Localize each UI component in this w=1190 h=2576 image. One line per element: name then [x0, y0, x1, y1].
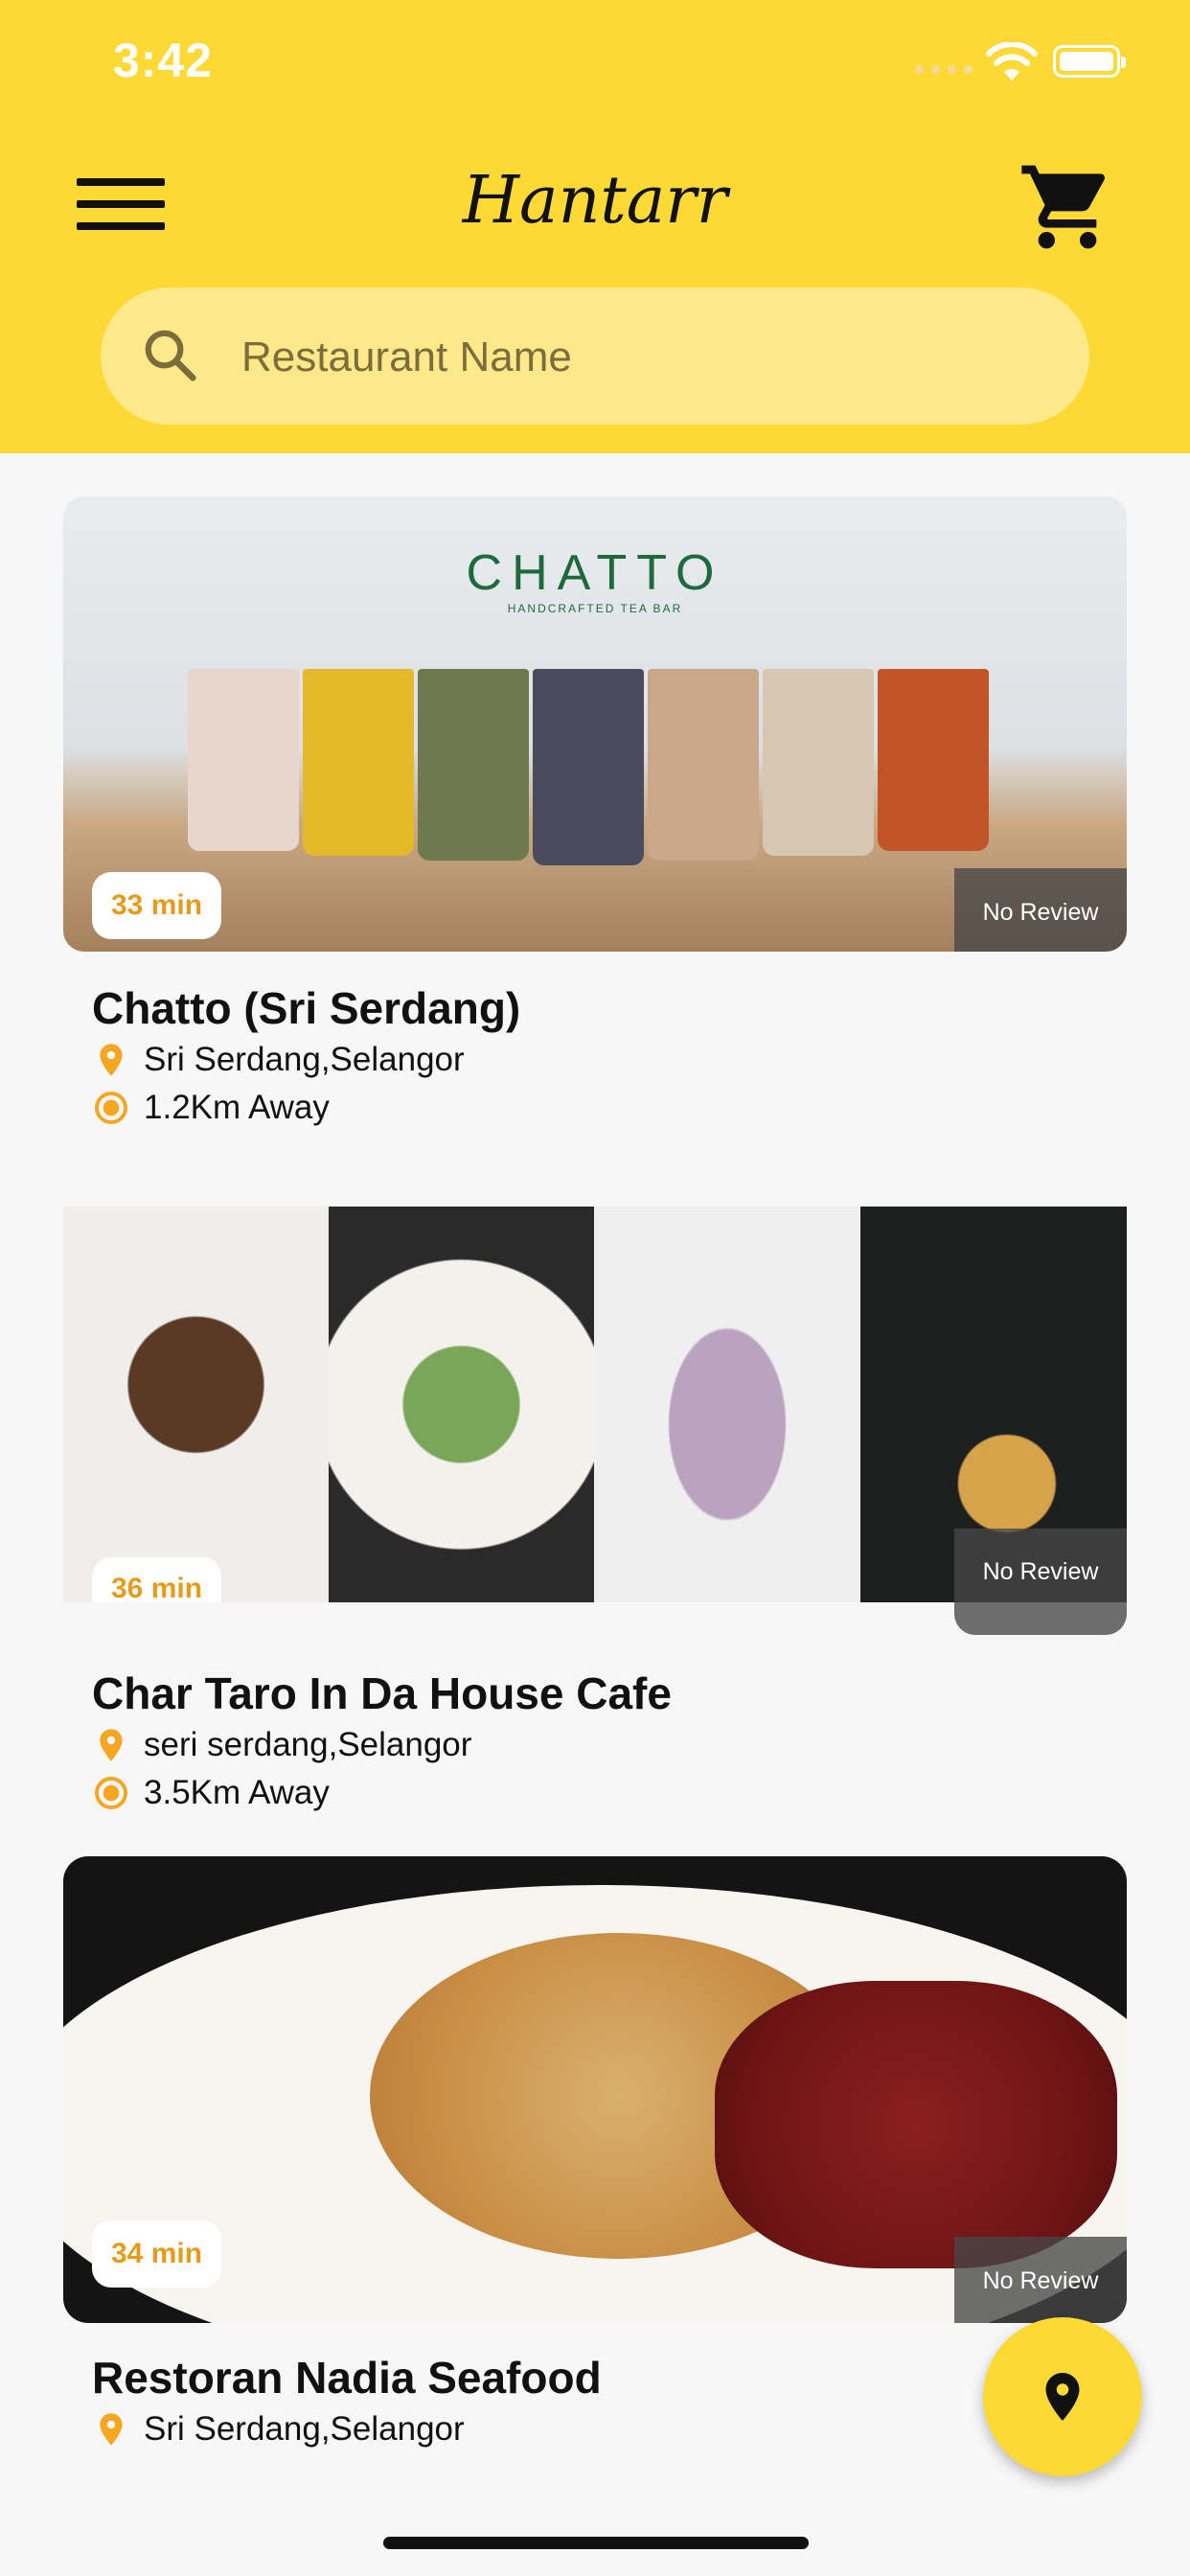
image-logo: CHATTO [466, 545, 724, 601]
eta-badge: 33 min [92, 872, 222, 939]
distance-row: 1.2Km Away [92, 1086, 1127, 1130]
wifi-icon [986, 42, 1038, 80]
location-text: seri serdang,Selangor [144, 1726, 472, 1763]
review-badge: No Review [954, 2237, 1127, 2323]
restaurant-image: CHATTO HANDCRAFTED TEA BAR 33 min No Rev… [63, 496, 1127, 952]
review-badge: No Review [954, 868, 1127, 952]
map-location-button[interactable] [983, 2317, 1142, 2476]
distance-row: 3.5Km Away [92, 1771, 1127, 1815]
location-row: Sri Serdang,Selangor [92, 2407, 1127, 2451]
location-text: Sri Serdang,Selangor [144, 2410, 465, 2448]
location-pin-icon [1045, 2373, 1080, 2421]
location-pin-icon [100, 1044, 123, 1076]
restaurant-name: Restoran Nadia Seafood [92, 2353, 602, 2403]
restaurant-image: 36 min No Review [63, 1207, 1127, 1602]
restaurant-image: 34 min No Review [63, 1856, 1127, 2323]
distance-text: 1.2Km Away [144, 1089, 330, 1126]
restaurant-card[interactable]: 34 min No Review Restoran Nadia Seafood … [63, 1856, 1127, 2451]
review-badge: No Review [954, 1529, 1127, 1602]
restaurant-card[interactable]: 36 min No Review Char Taro In Da House C… [63, 1207, 1127, 1815]
distance-icon [95, 1092, 127, 1124]
cart-icon[interactable] [1018, 157, 1117, 257]
distance-icon [95, 1777, 127, 1809]
location-text: Sri Serdang,Selangor [144, 1041, 465, 1078]
brand-logo: Hantarr [462, 163, 728, 239]
signal-icon [915, 65, 973, 74]
search-icon [145, 330, 196, 381]
battery-icon [1053, 45, 1126, 78]
eta-badge: 36 min [92, 1557, 222, 1602]
review-badge-tail [954, 1602, 1127, 1635]
search-input[interactable] [240, 288, 1058, 426]
eta-badge: 34 min [92, 2220, 222, 2288]
location-pin-icon [100, 2413, 123, 2446]
restaurant-name: Char Taro In Da House Cafe [92, 1668, 672, 1718]
location-pin-icon [100, 1729, 123, 1761]
image-subtext: HANDCRAFTED TEA BAR [507, 602, 683, 615]
restaurant-card[interactable]: CHATTO HANDCRAFTED TEA BAR 33 min No Rev… [63, 496, 1127, 1130]
search-bar[interactable] [101, 288, 1089, 426]
location-row: seri serdang,Selangor [92, 1723, 1127, 1767]
distance-text: 3.5Km Away [144, 1774, 330, 1811]
restaurant-name: Chatto (Sri Serdang) [92, 983, 521, 1033]
status-time: 3:42 [113, 34, 214, 87]
home-indicator [383, 2537, 809, 2549]
app-header: 3:42 Hantarr [0, 0, 1190, 453]
location-row: Sri Serdang,Selangor [92, 1038, 1127, 1082]
